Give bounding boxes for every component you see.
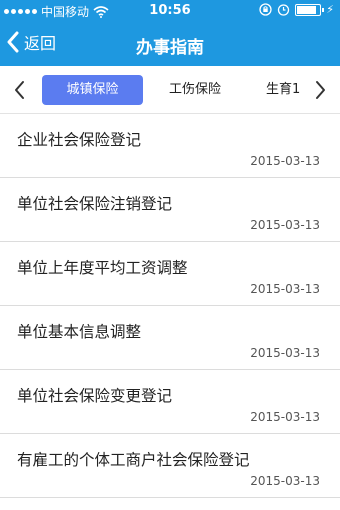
status-bar: 中国移动 10:56 ⚡ (0, 0, 340, 22)
tab-scroll-right-icon[interactable] (310, 78, 330, 102)
category-tab-bar: 城镇保险 工伤保险 生育1 (0, 66, 340, 114)
tab-scroll-left-icon[interactable] (10, 78, 30, 102)
back-button[interactable]: 返回 (6, 30, 56, 54)
lock-rotation-icon (259, 3, 272, 16)
guide-list: 企业社会保险登记 2015-03-13 单位社会保险注销登记 2015-03-1… (0, 114, 340, 498)
item-title: 有雇工的个体工商户社会保险登记 (17, 451, 250, 469)
item-date: 2015-03-13 (250, 474, 320, 488)
item-title: 单位社会保险变更登记 (17, 387, 173, 405)
item-title: 单位基本信息调整 (17, 323, 142, 341)
list-item[interactable]: 单位社会保险注销登记 2015-03-13 (0, 178, 340, 242)
signal-icon (4, 9, 37, 14)
item-title: 企业社会保险登记 (17, 131, 142, 149)
list-item[interactable]: 单位上年度平均工资调整 2015-03-13 (0, 242, 340, 306)
tabs: 城镇保险 工伤保险 生育1 (40, 75, 300, 105)
tab-work-injury-insurance[interactable]: 工伤保险 (160, 75, 230, 105)
item-title: 单位社会保险注销登记 (17, 195, 173, 213)
status-right: ⚡ (259, 3, 334, 16)
nav-bar: 返回 办事指南 (0, 22, 340, 66)
wifi-icon (93, 5, 109, 18)
carrier-label: 中国移动 (41, 5, 90, 19)
status-left: 中国移动 (4, 3, 109, 20)
item-date: 2015-03-13 (250, 282, 320, 296)
charging-icon: ⚡ (326, 3, 334, 16)
list-item[interactable]: 单位社会保险变更登记 2015-03-13 (0, 370, 340, 434)
item-date: 2015-03-13 (250, 154, 320, 168)
item-date: 2015-03-13 (250, 218, 320, 232)
alarm-icon (278, 4, 290, 16)
list-item[interactable]: 企业社会保险登记 2015-03-13 (0, 114, 340, 178)
list-item[interactable]: 单位基本信息调整 2015-03-13 (0, 306, 340, 370)
list-item[interactable]: 有雇工的个体工商户社会保险登记 2015-03-13 (0, 434, 340, 498)
chevron-left-icon (7, 31, 19, 53)
tab-maternity-insurance[interactable]: 生育1 (266, 75, 300, 105)
back-label: 返回 (24, 34, 57, 53)
item-date: 2015-03-13 (250, 410, 320, 424)
item-title: 单位上年度平均工资调整 (17, 259, 188, 277)
tab-urban-insurance[interactable]: 城镇保险 (42, 75, 143, 105)
item-date: 2015-03-13 (250, 346, 320, 360)
battery-icon (295, 3, 325, 16)
